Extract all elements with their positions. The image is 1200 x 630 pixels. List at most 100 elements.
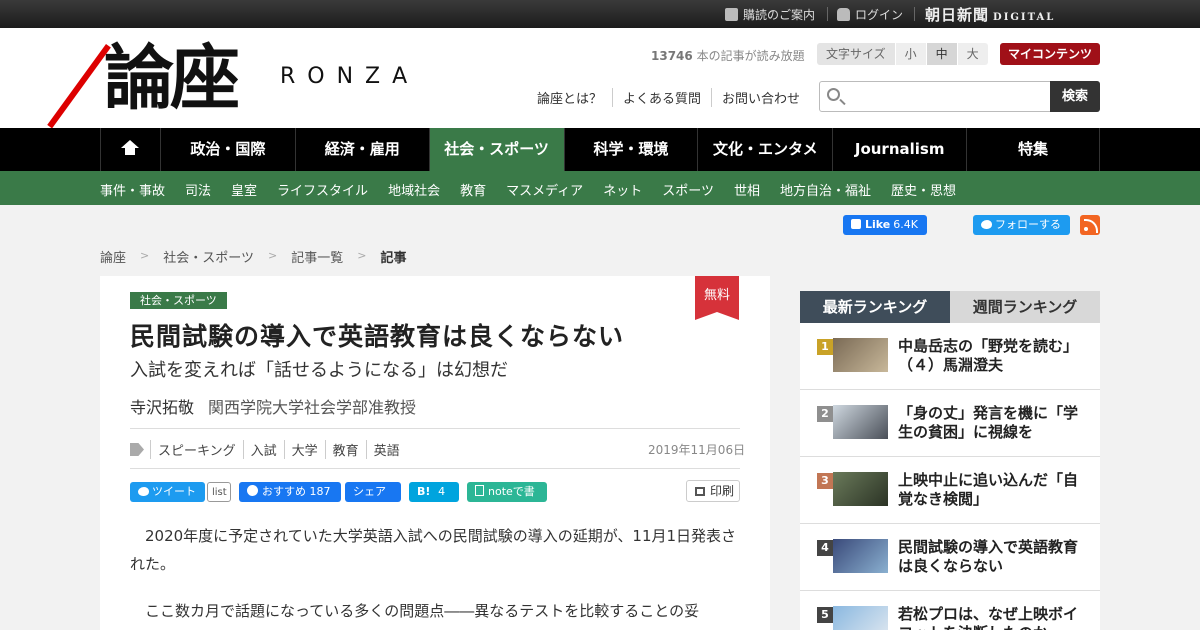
nav-science[interactable]: 科学・環境 (565, 128, 699, 171)
main-nav: 政治・国際 経済・雇用 社会・スポーツ 科学・環境 文化・エンタメ Journa… (0, 128, 1200, 171)
ranking-panel: 最新ランキング 週間ランキング 1 中島岳志の「野党を読む」（４）馬淵澄夫 2 「身の… (800, 291, 1100, 630)
ranking-item[interactable]: 3 上映中止に追い込んだ「自覚なき検閲」 (800, 457, 1100, 524)
article-subtitle: 入試を変えれば「話せるようになる」は幻想だ (130, 360, 508, 381)
thumbs-up-icon (851, 219, 861, 229)
subnav-item[interactable]: 教育 (460, 180, 486, 199)
print-button[interactable]: 印刷 (686, 480, 740, 502)
search-box: 検索 (819, 81, 1100, 112)
author-name[interactable]: 寺沢拓敬 (130, 398, 194, 417)
nav-culture[interactable]: 文化・エンタメ (698, 128, 834, 171)
tab-weekly-ranking[interactable]: 週間ランキング (950, 291, 1100, 323)
nav-politics[interactable]: 政治・国際 (161, 128, 296, 171)
search-button[interactable]: 検索 (1050, 81, 1100, 112)
subnav-item[interactable]: 司法 (185, 180, 211, 199)
logo-red-slash (47, 44, 111, 129)
tag-item[interactable]: スピーキング (150, 440, 243, 459)
subnav-item[interactable]: 事件・事故 (100, 180, 165, 199)
breadcrumb-item[interactable]: 論座 (100, 247, 126, 266)
facebook-share-button[interactable]: シェア (345, 482, 401, 502)
ranking-item[interactable]: 5 若松プロは、なぜ上映ボイコットを決断したのか (800, 591, 1100, 630)
article-title: 民間試験の導入で英語教育は良くならない (130, 322, 625, 351)
nav-society-sports[interactable]: 社会・スポーツ (429, 128, 565, 171)
tag-icon (130, 443, 144, 456)
font-size-small[interactable]: 小 (894, 43, 926, 65)
subnav-item[interactable]: 地方自治・福祉 (780, 180, 871, 199)
login-link[interactable]: ログイン (837, 6, 903, 23)
font-size-medium[interactable]: 中 (925, 43, 957, 65)
divider (914, 7, 915, 21)
print-label: 印刷 (710, 484, 735, 498)
subscribe-label: 購読のご案内 (743, 8, 816, 22)
ranking-title: 上映中止に追い込んだ「自覚なき検閲」 (898, 471, 1079, 508)
rank-number: 5 (817, 607, 833, 623)
hatena-bookmark-button[interactable]: B! 4 (409, 482, 459, 502)
nav-features[interactable]: 特集 (967, 128, 1100, 171)
breadcrumb-item[interactable]: 記事一覧 (291, 247, 343, 266)
breadcrumb-current: 記事 (380, 251, 407, 266)
tag-item[interactable]: 大学 (283, 440, 325, 459)
twitter-icon (981, 220, 992, 229)
subscribe-link[interactable]: 購読のご案内 (725, 6, 815, 23)
font-size-selector: 文字サイズ 小 中 大 (817, 43, 988, 65)
about-link[interactable]: 論座とは？ (537, 88, 612, 107)
search-input[interactable] (848, 82, 1048, 111)
subnav-item[interactable]: ネット (603, 180, 642, 199)
free-ribbon: 無料 (695, 276, 739, 320)
contact-link[interactable]: お問い合わせ (711, 88, 810, 107)
ranking-item[interactable]: 1 中島岳志の「野党を読む」（４）馬淵澄夫 (800, 323, 1100, 390)
fb-like-label: Like (865, 218, 891, 231)
publish-date: 2019年11月06日 (648, 443, 746, 457)
my-contents-button[interactable]: マイコンテンツ (1000, 43, 1100, 65)
font-size-large[interactable]: 大 (956, 43, 988, 65)
ranking-thumbnail (833, 606, 888, 630)
twitter-list-button[interactable]: list (207, 482, 231, 502)
category-badge[interactable]: 社会・スポーツ (130, 292, 227, 309)
ranking-item[interactable]: 2 「身の丈」発言を機に「学生の貧困」に視線を (800, 390, 1100, 457)
subnav-item[interactable]: 皇室 (231, 180, 257, 199)
subnav-item[interactable]: 世相 (734, 180, 760, 199)
breadcrumb-separator: > (357, 249, 367, 262)
brand-main: 朝日新聞 (925, 6, 990, 24)
nav-home[interactable] (101, 128, 161, 171)
breadcrumb-item[interactable]: 社会・スポーツ (163, 247, 254, 266)
asahi-digital-logo[interactable]: 朝日新聞 DIGITAL (925, 4, 1055, 25)
subnav-item[interactable]: 地域社会 (388, 180, 440, 199)
twitter-follow-button[interactable]: フォローする (973, 215, 1070, 235)
read-count-number: 13746 (651, 49, 693, 63)
ranking-thumbnail (833, 539, 888, 573)
fb-recommend-count: 187 (309, 485, 331, 498)
rank-number: 4 (817, 540, 833, 556)
tweet-button[interactable]: ツイート (130, 482, 205, 502)
ranking-thumbnail (833, 338, 888, 372)
nav-journalism[interactable]: Journalism (833, 128, 968, 171)
subnav-item[interactable]: マスメディア (506, 180, 583, 199)
breadcrumb-separator: > (140, 249, 150, 262)
ranking-title: 「身の丈」発言を機に「学生の貧困」に視線を (898, 404, 1079, 441)
tab-latest-ranking[interactable]: 最新ランキング (800, 291, 950, 323)
faq-link[interactable]: よくある質問 (612, 88, 711, 107)
tag-item[interactable]: 入試 (242, 440, 284, 459)
logo-latin: RONZA (280, 64, 420, 89)
article-paragraph: 2020年度に予定されていた大学英語入試への民間試験の導入の延期が、11月1日発… (130, 527, 737, 573)
facebook-recommend-button[interactable]: おすすめ 187 (239, 482, 341, 502)
fb-like-count: 6.4K (893, 218, 918, 231)
ronza-logo[interactable]: 論座 RONZA (47, 36, 444, 129)
note-button[interactable]: noteで書く (467, 482, 547, 518)
ranking-thumbnail (833, 405, 888, 439)
facebook-like-button[interactable]: Like 6.4K (843, 215, 927, 235)
brand-sub: DIGITAL (993, 12, 1056, 23)
read-count-text: 本の記事が読み放題 (692, 49, 805, 63)
tag-item[interactable]: 英語 (365, 440, 407, 459)
breadcrumb-separator: > (267, 249, 278, 262)
login-label: ログイン (855, 8, 904, 22)
rss-icon[interactable] (1080, 215, 1100, 235)
nav-economy[interactable]: 経済・雇用 (296, 128, 430, 171)
rank-number: 1 (817, 339, 833, 355)
tag-item[interactable]: 教育 (324, 440, 366, 459)
article-body: 2020年度に予定されていた大学英語入試への民間試験の導入の延期が、11月1日発… (130, 522, 742, 630)
ranking-item[interactable]: 4 民間試験の導入で英語教育は良くならない (800, 524, 1100, 591)
subnav-item[interactable]: スポーツ (662, 180, 714, 199)
search-icon (827, 88, 840, 101)
subnav-item[interactable]: 歴史・思想 (891, 180, 956, 199)
subnav-item[interactable]: ライフスタイル (277, 180, 368, 199)
